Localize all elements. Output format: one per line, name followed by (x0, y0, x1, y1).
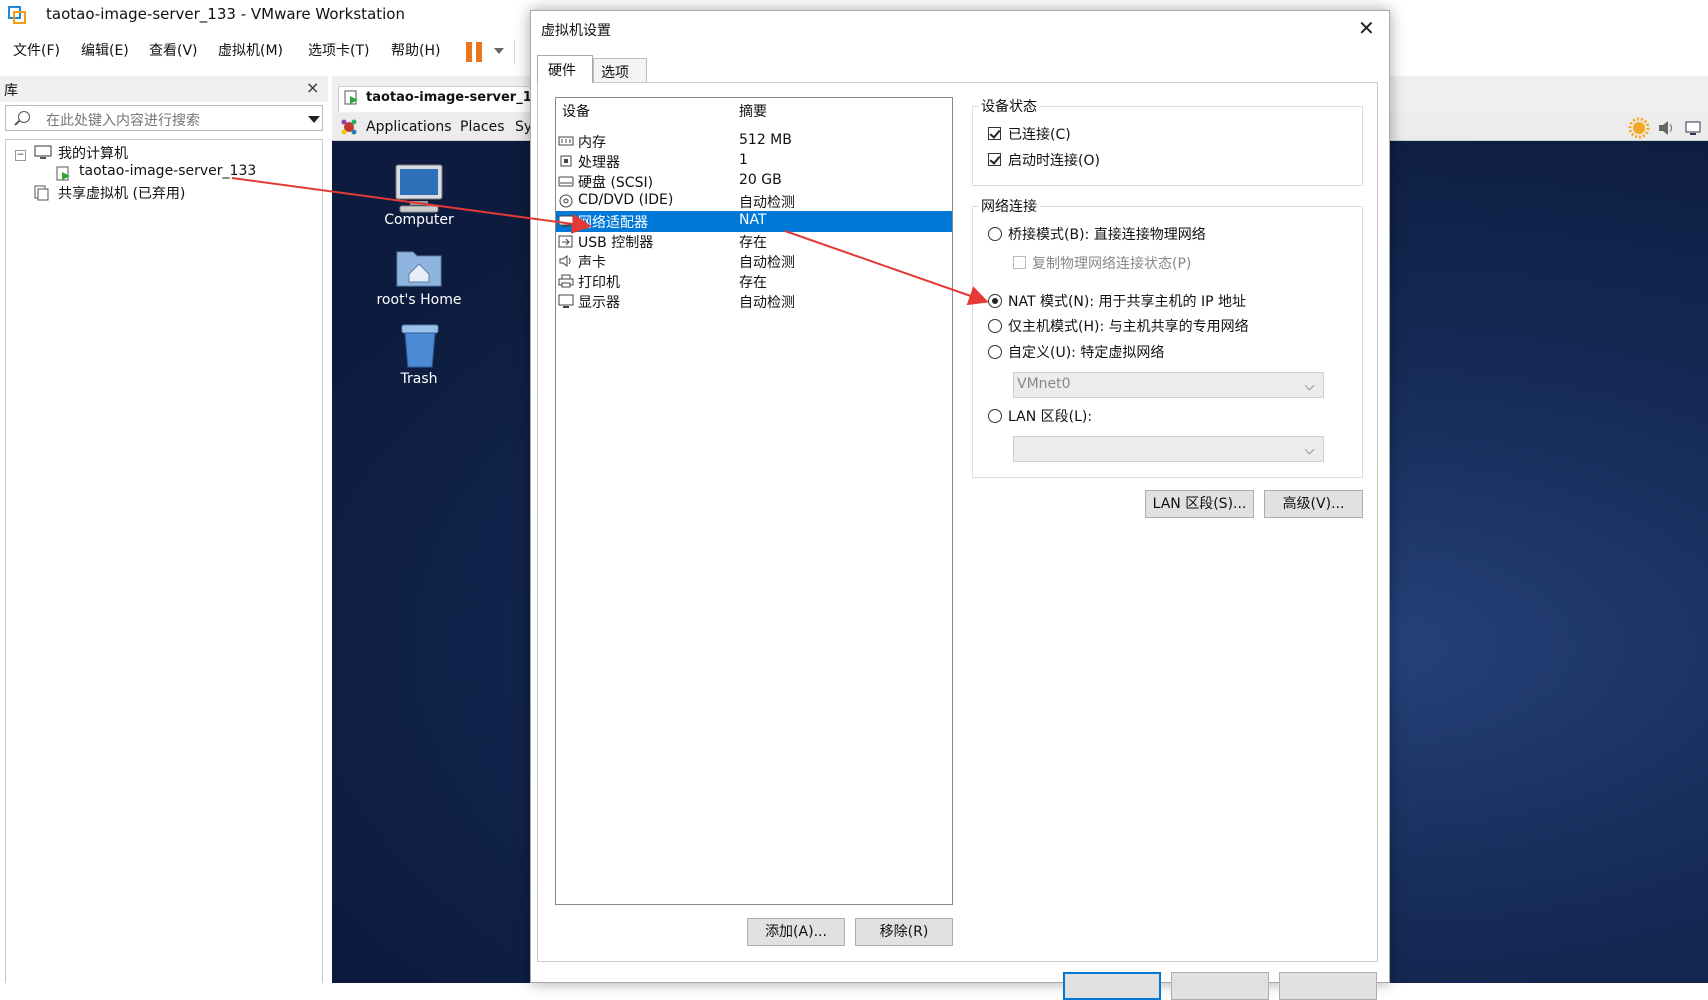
device-summary: 512 MB (739, 132, 792, 148)
lan-segments-button[interactable]: LAN 区段(S)... (1145, 490, 1254, 518)
device-status-title: 设备状态 (978, 96, 1040, 116)
remove-device-button[interactable]: 移除(R) (855, 918, 953, 946)
desktop-label-trash: Trash (400, 371, 438, 387)
search-icon (18, 111, 30, 123)
library-header (0, 76, 328, 102)
connect-at-power-on-label: 启动时连接(O) (1008, 153, 1100, 169)
connected-checkbox[interactable] (988, 127, 1001, 140)
menu-help[interactable]: 帮助(H) (391, 40, 440, 60)
tab-hardware-label: 硬件 (548, 63, 576, 79)
device-name: 声卡 (578, 255, 606, 271)
library-tree: − 我的计算机 taotao-image-server_133 共享虚拟机 (已… (5, 139, 323, 983)
search-dropdown-icon[interactable] (308, 116, 320, 123)
device-summary: 自动检测 (739, 295, 795, 311)
device-name: 处理器 (578, 155, 620, 171)
replicate-state-checkbox[interactable] (1013, 256, 1026, 269)
network-connection-title: 网络连接 (978, 196, 1040, 216)
column-device: 设备 (562, 104, 590, 120)
vm-running-icon (56, 166, 70, 181)
replicate-state-label: 复制物理网络连接状态(P) (1032, 256, 1192, 272)
column-summary: 摘要 (739, 104, 767, 120)
menu-file[interactable]: 文件(F) (13, 40, 60, 60)
trash-icon[interactable] (398, 323, 442, 369)
shared-vm-icon (34, 185, 49, 201)
computer-desktop-icon[interactable] (392, 163, 446, 215)
search-placeholder: 在此处键入内容进行搜索 (46, 113, 200, 129)
menu-vm[interactable]: 虚拟机(M) (218, 40, 283, 60)
host-only-radio[interactable] (988, 319, 1002, 333)
device-name: CD/DVD (IDE) (578, 192, 674, 208)
pause-icon[interactable] (466, 42, 486, 62)
tab-options-label: 选项 (601, 65, 629, 81)
menu-edit[interactable]: 编辑(E) (81, 40, 129, 60)
nat-label: NAT 模式(N): 用于共享主机的 IP 地址 (1008, 294, 1246, 310)
add-device-button[interactable]: 添加(A)... (747, 918, 845, 946)
device-name: 内存 (578, 135, 606, 151)
chevron-down-icon (1304, 444, 1315, 455)
tree-item-shared-vms[interactable]: 共享虚拟机 (已弃用) (58, 183, 185, 203)
lan-segment-select[interactable] (1013, 436, 1324, 462)
device-name: USB 控制器 (578, 235, 654, 251)
volume-icon[interactable] (1656, 118, 1676, 138)
vmware-app-icon (8, 6, 26, 24)
network-status-icon[interactable] (1684, 118, 1704, 138)
guest-menu-places[interactable]: Places (460, 119, 505, 135)
device-status-group (972, 106, 1363, 186)
desktop-label-home: root's Home (376, 292, 462, 308)
home-folder-icon[interactable] (395, 244, 443, 288)
power-dropdown-icon[interactable] (494, 48, 504, 54)
menu-view[interactable]: 查看(V) (149, 40, 198, 60)
bridged-label: 桥接模式(B): 直接连接物理网络 (1008, 227, 1206, 243)
dialog-title: 虚拟机设置 (541, 23, 611, 39)
library-close-icon[interactable]: × (306, 78, 319, 97)
vm-tab-label: taotao-image-server_133 (366, 90, 550, 105)
custom-network-value: VMnet0 (1017, 376, 1071, 392)
custom-network-select[interactable]: VMnet0 (1013, 372, 1324, 398)
device-summary: 20 GB (739, 172, 782, 188)
gnome-foot-icon (341, 119, 357, 135)
nat-radio[interactable] (988, 294, 1002, 308)
custom-radio[interactable] (988, 345, 1002, 359)
device-name: 打印机 (578, 275, 620, 291)
tree-item-vm[interactable]: taotao-image-server_133 (79, 163, 256, 179)
lan-segment-radio[interactable] (988, 409, 1002, 423)
help-button[interactable] (1279, 972, 1377, 1000)
computer-icon (34, 145, 52, 159)
device-summary: NAT (739, 212, 767, 228)
desktop-label-computer: Computer (384, 212, 454, 228)
connect-at-power-on-checkbox[interactable] (988, 153, 1001, 166)
menu-tabs[interactable]: 选项卡(T) (308, 40, 369, 60)
brightness-icon (1628, 117, 1650, 139)
dialog-close-icon[interactable]: ✕ (1358, 16, 1375, 40)
device-name: 显示器 (578, 295, 620, 311)
device-name: 硬盘 (SCSI) (578, 175, 654, 191)
device-summary: 存在 (739, 235, 767, 251)
advanced-button[interactable]: 高级(V)... (1264, 490, 1363, 518)
library-title: 库 (4, 83, 18, 99)
device-summary: 自动检测 (739, 195, 795, 211)
ok-button[interactable] (1063, 972, 1161, 1000)
connected-label: 已连接(C) (1008, 127, 1071, 143)
toolbar-separator (514, 40, 515, 64)
device-summary: 自动检测 (739, 255, 795, 271)
bridged-radio[interactable] (988, 227, 1002, 241)
window-title: taotao-image-server_133 - VMware Worksta… (46, 5, 405, 23)
lan-segment-label: LAN 区段(L): (1008, 409, 1093, 425)
custom-label: 自定义(U): 特定虚拟网络 (1008, 345, 1165, 361)
guest-menu-applications[interactable]: Applications (366, 119, 452, 135)
chevron-down-icon (1304, 380, 1315, 391)
cancel-button[interactable] (1171, 972, 1269, 1000)
device-summary: 1 (739, 152, 748, 168)
vm-tab-icon (344, 90, 358, 105)
library-search-input[interactable]: 在此处键入内容进行搜索 (5, 105, 323, 131)
host-only-label: 仅主机模式(H): 与主机共享的专用网络 (1008, 319, 1249, 335)
device-name: 网络适配器 (578, 215, 648, 231)
device-summary: 存在 (739, 275, 767, 291)
tree-item-my-computer[interactable]: 我的计算机 (58, 143, 128, 163)
tree-collapse-icon[interactable]: − (15, 150, 26, 161)
